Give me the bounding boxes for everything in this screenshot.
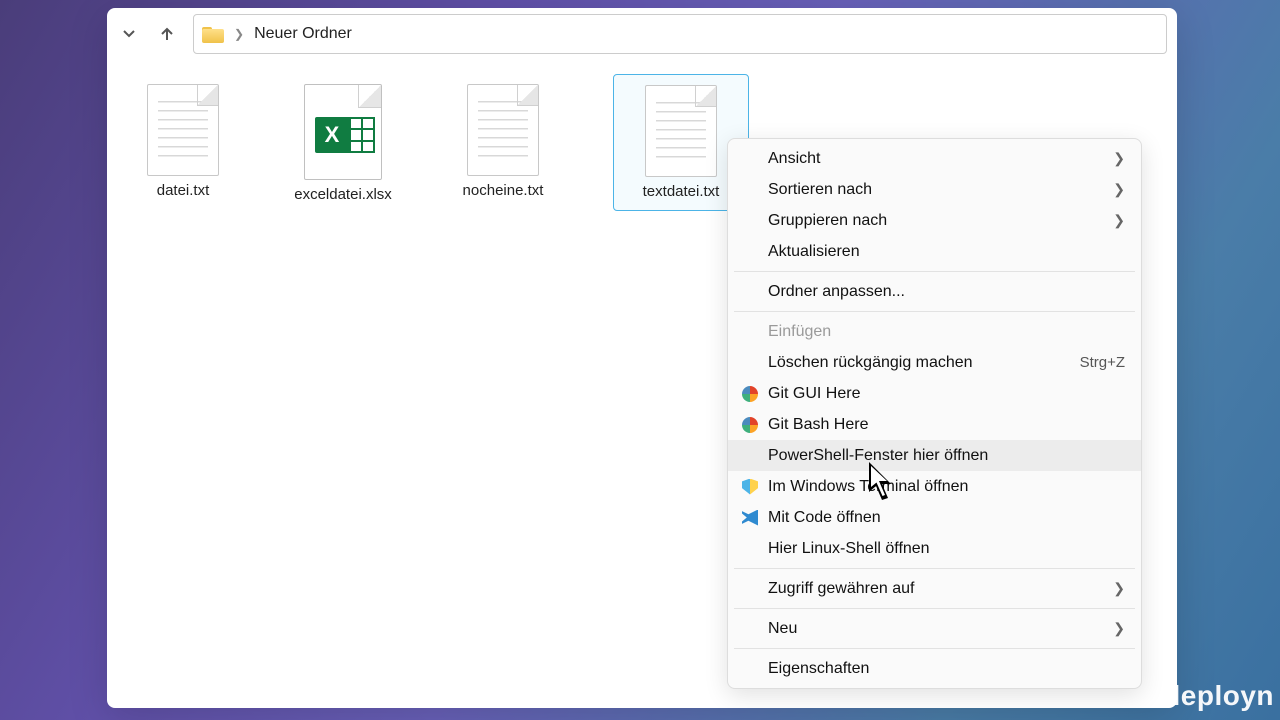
context-menu-separator <box>734 271 1135 272</box>
context-menu-item[interactable]: Git GUI Here <box>728 378 1141 409</box>
context-menu-separator <box>734 648 1135 649</box>
vscode-icon <box>742 510 758 526</box>
context-menu-item[interactable]: Eigenschaften <box>728 653 1141 684</box>
file-label: textdatei.txt <box>643 183 720 200</box>
nav-up-button[interactable] <box>149 16 185 52</box>
context-menu-label: Mit Code öffnen <box>764 509 1125 527</box>
context-menu-item[interactable]: Neu❯ <box>728 613 1141 644</box>
text-file-icon <box>467 84 539 176</box>
git-icon <box>742 417 758 433</box>
watermark-fragment: leployn <box>1172 680 1280 712</box>
context-menu-label: PowerShell-Fenster hier öffnen <box>764 447 1125 465</box>
context-menu-item[interactable]: Hier Linux-Shell öffnen <box>728 533 1141 564</box>
context-menu-separator <box>734 311 1135 312</box>
breadcrumb-separator-icon: ❯ <box>234 27 244 41</box>
context-menu-label: Eigenschaften <box>764 660 1125 678</box>
file-item[interactable]: Xexceldatei.xlsx <box>293 78 393 211</box>
context-menu-item[interactable]: Sortieren nach❯ <box>728 174 1141 205</box>
context-menu: Ansicht❯Sortieren nach❯Gruppieren nach❯A… <box>727 138 1142 689</box>
chevron-right-icon: ❯ <box>1113 150 1125 167</box>
context-menu-item[interactable]: Git Bash Here <box>728 409 1141 440</box>
context-menu-label: Git GUI Here <box>764 385 1125 403</box>
shield-icon <box>742 479 758 495</box>
file-label: exceldatei.xlsx <box>294 186 392 203</box>
file-label: datei.txt <box>157 182 210 199</box>
context-menu-label: Sortieren nach <box>764 181 1113 199</box>
folder-icon <box>202 25 224 43</box>
context-menu-separator <box>734 608 1135 609</box>
context-menu-label: Hier Linux-Shell öffnen <box>764 540 1125 558</box>
file-label: nocheine.txt <box>463 182 544 199</box>
context-menu-label: Zugriff gewähren auf <box>764 580 1113 598</box>
context-menu-label: Ansicht <box>764 150 1113 168</box>
context-menu-item[interactable]: Mit Code öffnen <box>728 502 1141 533</box>
breadcrumb-current[interactable]: Neuer Ordner <box>254 25 352 43</box>
context-menu-shortcut: Strg+Z <box>1080 354 1125 371</box>
context-menu-item[interactable]: Ordner anpassen... <box>728 276 1141 307</box>
context-menu-label: Einfügen <box>764 323 1125 341</box>
chevron-down-icon <box>122 27 136 41</box>
chevron-right-icon: ❯ <box>1113 212 1125 229</box>
address-bar[interactable]: ❯ Neuer Ordner <box>193 14 1167 54</box>
context-menu-label: Gruppieren nach <box>764 212 1113 230</box>
context-menu-item[interactable]: Im Windows Terminal öffnen <box>728 471 1141 502</box>
context-menu-label: Im Windows Terminal öffnen <box>764 478 1125 496</box>
context-menu-label: Löschen rückgängig machen <box>764 354 1080 372</box>
text-file-icon <box>147 84 219 176</box>
chevron-right-icon: ❯ <box>1113 620 1125 637</box>
context-menu-label: Aktualisieren <box>764 243 1125 261</box>
context-menu-label: Ordner anpassen... <box>764 283 1125 301</box>
file-pane[interactable]: datei.txt Xexceldatei.xlsx nocheine.txt tex… <box>107 60 1177 708</box>
file-item[interactable]: datei.txt <box>133 78 233 211</box>
file-item[interactable]: nocheine.txt <box>453 78 553 211</box>
context-menu-label: Neu <box>764 620 1113 638</box>
context-menu-item[interactable]: Löschen rückgängig machenStrg+Z <box>728 347 1141 378</box>
git-icon <box>742 386 758 402</box>
context-menu-label: Git Bash Here <box>764 416 1125 434</box>
context-menu-item[interactable]: PowerShell-Fenster hier öffnen <box>728 440 1141 471</box>
context-menu-item[interactable]: Ansicht❯ <box>728 143 1141 174</box>
excel-file-icon: X <box>304 84 382 180</box>
file-explorer-window: ❯ Neuer Ordner datei.txt Xexceldatei.xlsx… <box>107 8 1177 708</box>
context-menu-item[interactable]: Aktualisieren <box>728 236 1141 267</box>
toolbar: ❯ Neuer Ordner <box>107 8 1177 60</box>
context-menu-item[interactable]: Zugriff gewähren auf❯ <box>728 573 1141 604</box>
chevron-right-icon: ❯ <box>1113 181 1125 198</box>
arrow-up-icon <box>159 26 175 42</box>
context-menu-item[interactable]: Gruppieren nach❯ <box>728 205 1141 236</box>
text-file-icon <box>645 85 717 177</box>
context-menu-separator <box>734 568 1135 569</box>
nav-dropdown-button[interactable] <box>111 16 147 52</box>
context-menu-item: Einfügen <box>728 316 1141 347</box>
chevron-right-icon: ❯ <box>1113 580 1125 597</box>
